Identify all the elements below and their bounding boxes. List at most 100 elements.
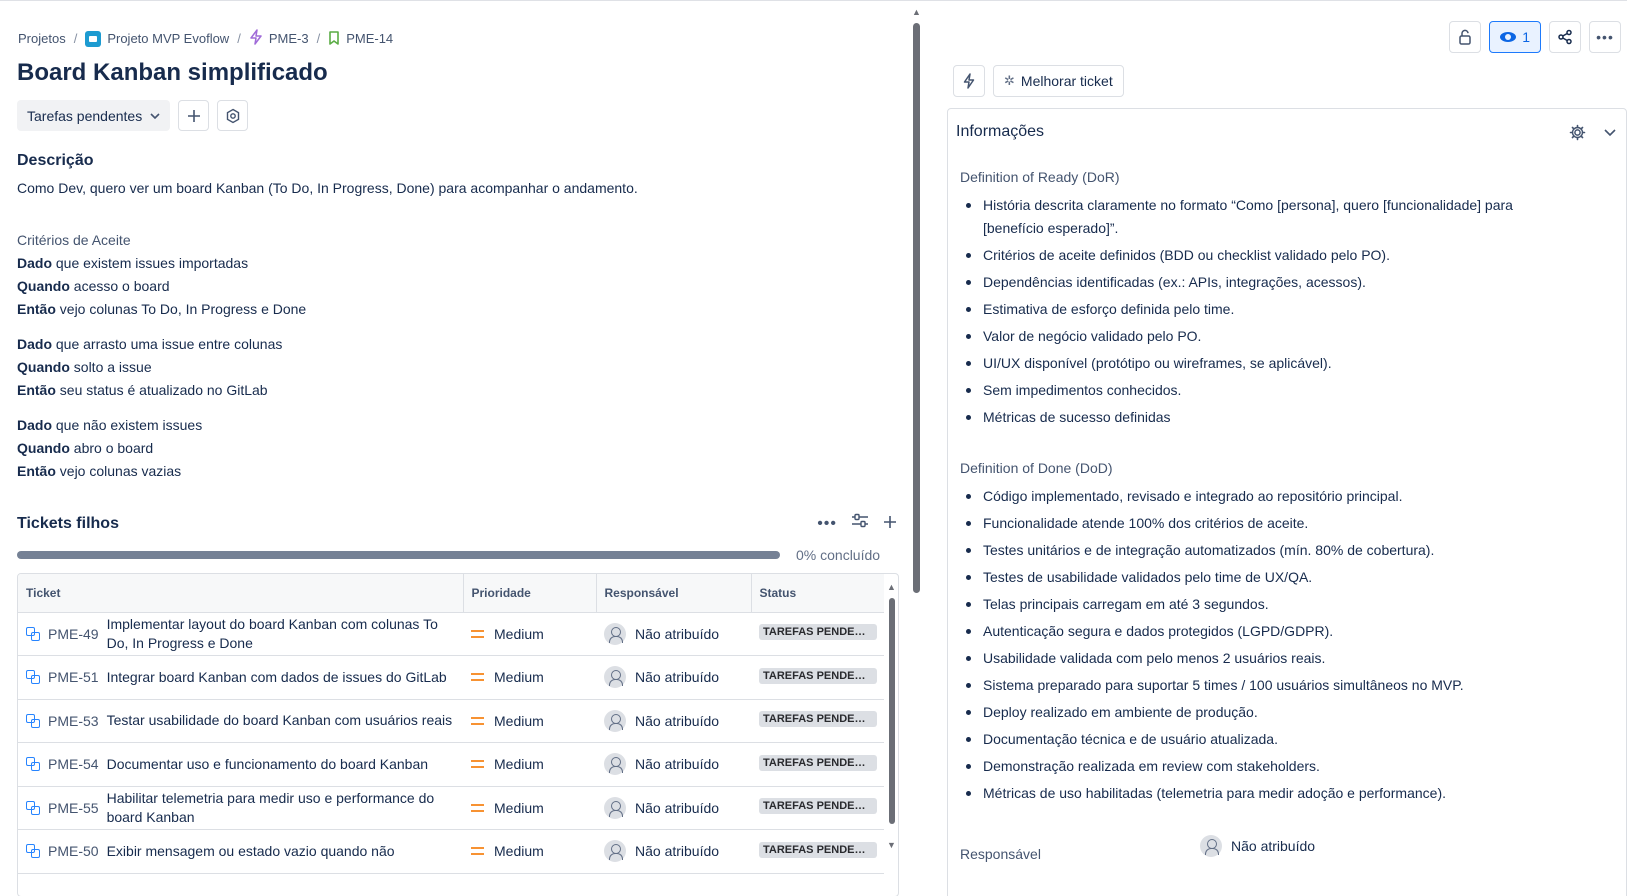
ticket-summary[interactable]: Testar usabilidade do board Kanban com u… — [107, 711, 453, 730]
watch-button[interactable]: 1 — [1489, 21, 1541, 53]
ticket-summary[interactable]: Habilitar telemetria para medir uso e pe… — [107, 789, 455, 827]
dod-heading: Definition of Done (DoD) — [960, 460, 1113, 476]
assignee-cell[interactable]: Não atribuído — [596, 829, 751, 874]
priority-cell[interactable]: Medium — [463, 612, 596, 656]
breadcrumb-epic[interactable]: PME-3 — [249, 29, 309, 48]
ticket-cell: PME-51 Integrar board Kanban com dados de… — [18, 655, 463, 700]
table-row[interactable]: PME-55 Habilitar telemetria para medir us… — [18, 786, 884, 830]
ticket-key[interactable]: PME-54 — [48, 756, 99, 772]
status-cell[interactable]: TAREFAS PENDENTES — [751, 742, 884, 787]
ticket-key[interactable]: PME-53 — [48, 713, 99, 729]
improve-ticket-button[interactable]: ✲ Melhorar ticket — [993, 65, 1124, 97]
restrict-button[interactable] — [1449, 21, 1482, 53]
status-badge[interactable]: TAREFAS PENDENTES — [759, 754, 877, 771]
status-badge[interactable]: TAREFAS PENDENTES — [759, 798, 877, 815]
priority-cell[interactable]: Medium — [463, 786, 596, 830]
ticket-summary[interactable]: Implementar layout do board Kanban com c… — [107, 615, 455, 653]
column-header-assignee[interactable]: Responsável — [596, 574, 752, 613]
gear-icon[interactable] — [1569, 124, 1586, 141]
status-badge[interactable]: TAREFAS PENDENTES — [759, 667, 877, 684]
scenario: Dado que não existem issues Quando abro … — [17, 414, 306, 483]
story-bookmark-icon — [328, 30, 340, 47]
ticket-summary[interactable]: Documentar uso e funcionamento do board … — [107, 755, 428, 774]
assignee-cell[interactable]: Não atribuído — [596, 786, 751, 830]
list-item: Métricas de uso habilitadas (telemetria … — [966, 782, 1553, 805]
ticket-summary[interactable]: Integrar board Kanban com dados de issue… — [107, 668, 447, 687]
subtask-icon — [26, 626, 40, 641]
breadcrumb-projects[interactable]: Projetos — [18, 31, 66, 46]
main-scroll-thumb[interactable] — [913, 23, 920, 593]
description-text[interactable]: Como Dev, quero ver um board Kanban (To … — [17, 180, 638, 196]
info-panel-header[interactable]: Informações — [956, 123, 1616, 141]
status-cell[interactable]: TAREFAS PENDENTES — [751, 786, 884, 830]
priority-medium-icon — [471, 673, 484, 682]
assignee-field-value[interactable]: Não atribuído — [1200, 835, 1315, 857]
assignee-cell[interactable]: Não atribuído — [596, 742, 751, 787]
table-row[interactable]: PME-51 Integrar board Kanban com dados de… — [18, 655, 884, 700]
page-title[interactable]: Board Kanban simplificado — [17, 59, 328, 87]
ticket-summary[interactable]: Exibir mensagem ou estado vazio quando n… — [107, 842, 395, 861]
filter-sliders-icon[interactable] — [851, 513, 869, 534]
share-button[interactable] — [1549, 21, 1581, 53]
priority-cell[interactable]: Medium — [463, 655, 596, 700]
priority-cell[interactable]: Medium — [463, 829, 596, 874]
breadcrumb-project[interactable]: Projeto MVP Evoflow — [85, 30, 229, 47]
column-header-status[interactable]: Status — [751, 574, 884, 613]
assignee-field-label: Responsável — [960, 846, 1041, 862]
acceptance-criteria[interactable]: Critérios de Aceite Dado que existem iss… — [17, 229, 306, 483]
list-item: Demonstração realizada em review com sta… — [966, 755, 1553, 778]
scroll-up-icon[interactable]: ▲ — [887, 582, 896, 592]
priority-label: Medium — [494, 756, 544, 773]
add-button[interactable] — [178, 100, 210, 131]
table-row[interactable]: PME-53 Testar usabilidade do board Kanban… — [18, 699, 884, 743]
status-dropdown[interactable]: Tarefas pendentes — [17, 100, 171, 131]
scroll-up-icon[interactable]: ▲ — [912, 7, 921, 17]
list-item: Testes de usabilidade validados pelo tim… — [966, 566, 1553, 589]
table-row[interactable]: PME-54 Documentar uso e funcionamento do … — [18, 742, 884, 787]
assignee-cell[interactable]: Não atribuído — [596, 699, 751, 743]
table-row[interactable]: PME-50 Exibir mensagem ou estado vazio qu… — [18, 829, 884, 874]
status-badge[interactable]: TAREFAS PENDENTES — [759, 711, 877, 728]
subtask-icon — [26, 670, 40, 685]
chevron-down-icon[interactable] — [1604, 128, 1616, 137]
status-cell[interactable]: TAREFAS PENDENTES — [751, 829, 884, 874]
child-tickets-heading: Tickets filhos — [17, 514, 119, 532]
status-badge[interactable]: TAREFAS PENDENTES — [759, 841, 877, 858]
scroll-down-icon[interactable]: ▼ — [887, 840, 896, 850]
more-actions-button[interactable]: ••• — [1589, 21, 1621, 53]
table-row[interactable]: PME-49 Implementar layout do board Kanban… — [18, 612, 884, 656]
list-item: Código implementado, revisado e integrad… — [966, 485, 1553, 508]
assignee-label: Não atribuído — [635, 799, 720, 816]
scenario-then: Então vejo colunas vazias — [17, 463, 182, 479]
ticket-key[interactable]: PME-50 — [48, 843, 99, 859]
ticket-key[interactable]: PME-51 — [48, 669, 99, 685]
criteria-heading: Critérios de Aceite — [17, 232, 131, 248]
priority-cell[interactable]: Medium — [463, 742, 596, 787]
automation-button[interactable] — [953, 65, 985, 97]
status-row: Tarefas pendentes — [17, 100, 249, 131]
assignee-cell[interactable]: Não atribuído — [596, 612, 751, 656]
add-child-button[interactable] — [883, 513, 897, 534]
apps-button[interactable] — [217, 100, 249, 131]
table-scrollbar[interactable]: ▲ ▼ — [887, 582, 896, 862]
status-cell[interactable]: TAREFAS PENDENTES — [751, 655, 884, 700]
eye-icon — [1500, 32, 1517, 42]
dor-heading: Definition of Ready (DoR) — [960, 169, 1120, 185]
dod-list: Código implementado, revisado e integrad… — [966, 485, 1553, 809]
status-badge[interactable]: TAREFAS PENDENTES — [759, 624, 877, 641]
ticket-key[interactable]: PME-49 — [48, 626, 99, 642]
column-header-priority[interactable]: Prioridade — [463, 574, 597, 613]
more-icon[interactable]: ••• — [817, 515, 837, 533]
ticket-key[interactable]: PME-55 — [48, 800, 99, 816]
scenario-given: Dado que existem issues importadas — [17, 255, 249, 271]
breadcrumb-issue[interactable]: PME-14 — [328, 30, 393, 47]
table-scroll-thumb[interactable] — [889, 598, 895, 824]
status-cell[interactable]: TAREFAS PENDENTES — [751, 612, 884, 656]
status-cell[interactable]: TAREFAS PENDENTES — [751, 699, 884, 743]
watchers-count: 1 — [1522, 29, 1530, 45]
main-scrollbar[interactable]: ▲ — [911, 7, 921, 896]
assignee-cell[interactable]: Não atribuído — [596, 655, 751, 700]
ticket-cell: PME-53 Testar usabilidade do board Kanban… — [18, 699, 463, 743]
column-header-ticket[interactable]: Ticket — [18, 574, 464, 613]
priority-cell[interactable]: Medium — [463, 699, 596, 743]
